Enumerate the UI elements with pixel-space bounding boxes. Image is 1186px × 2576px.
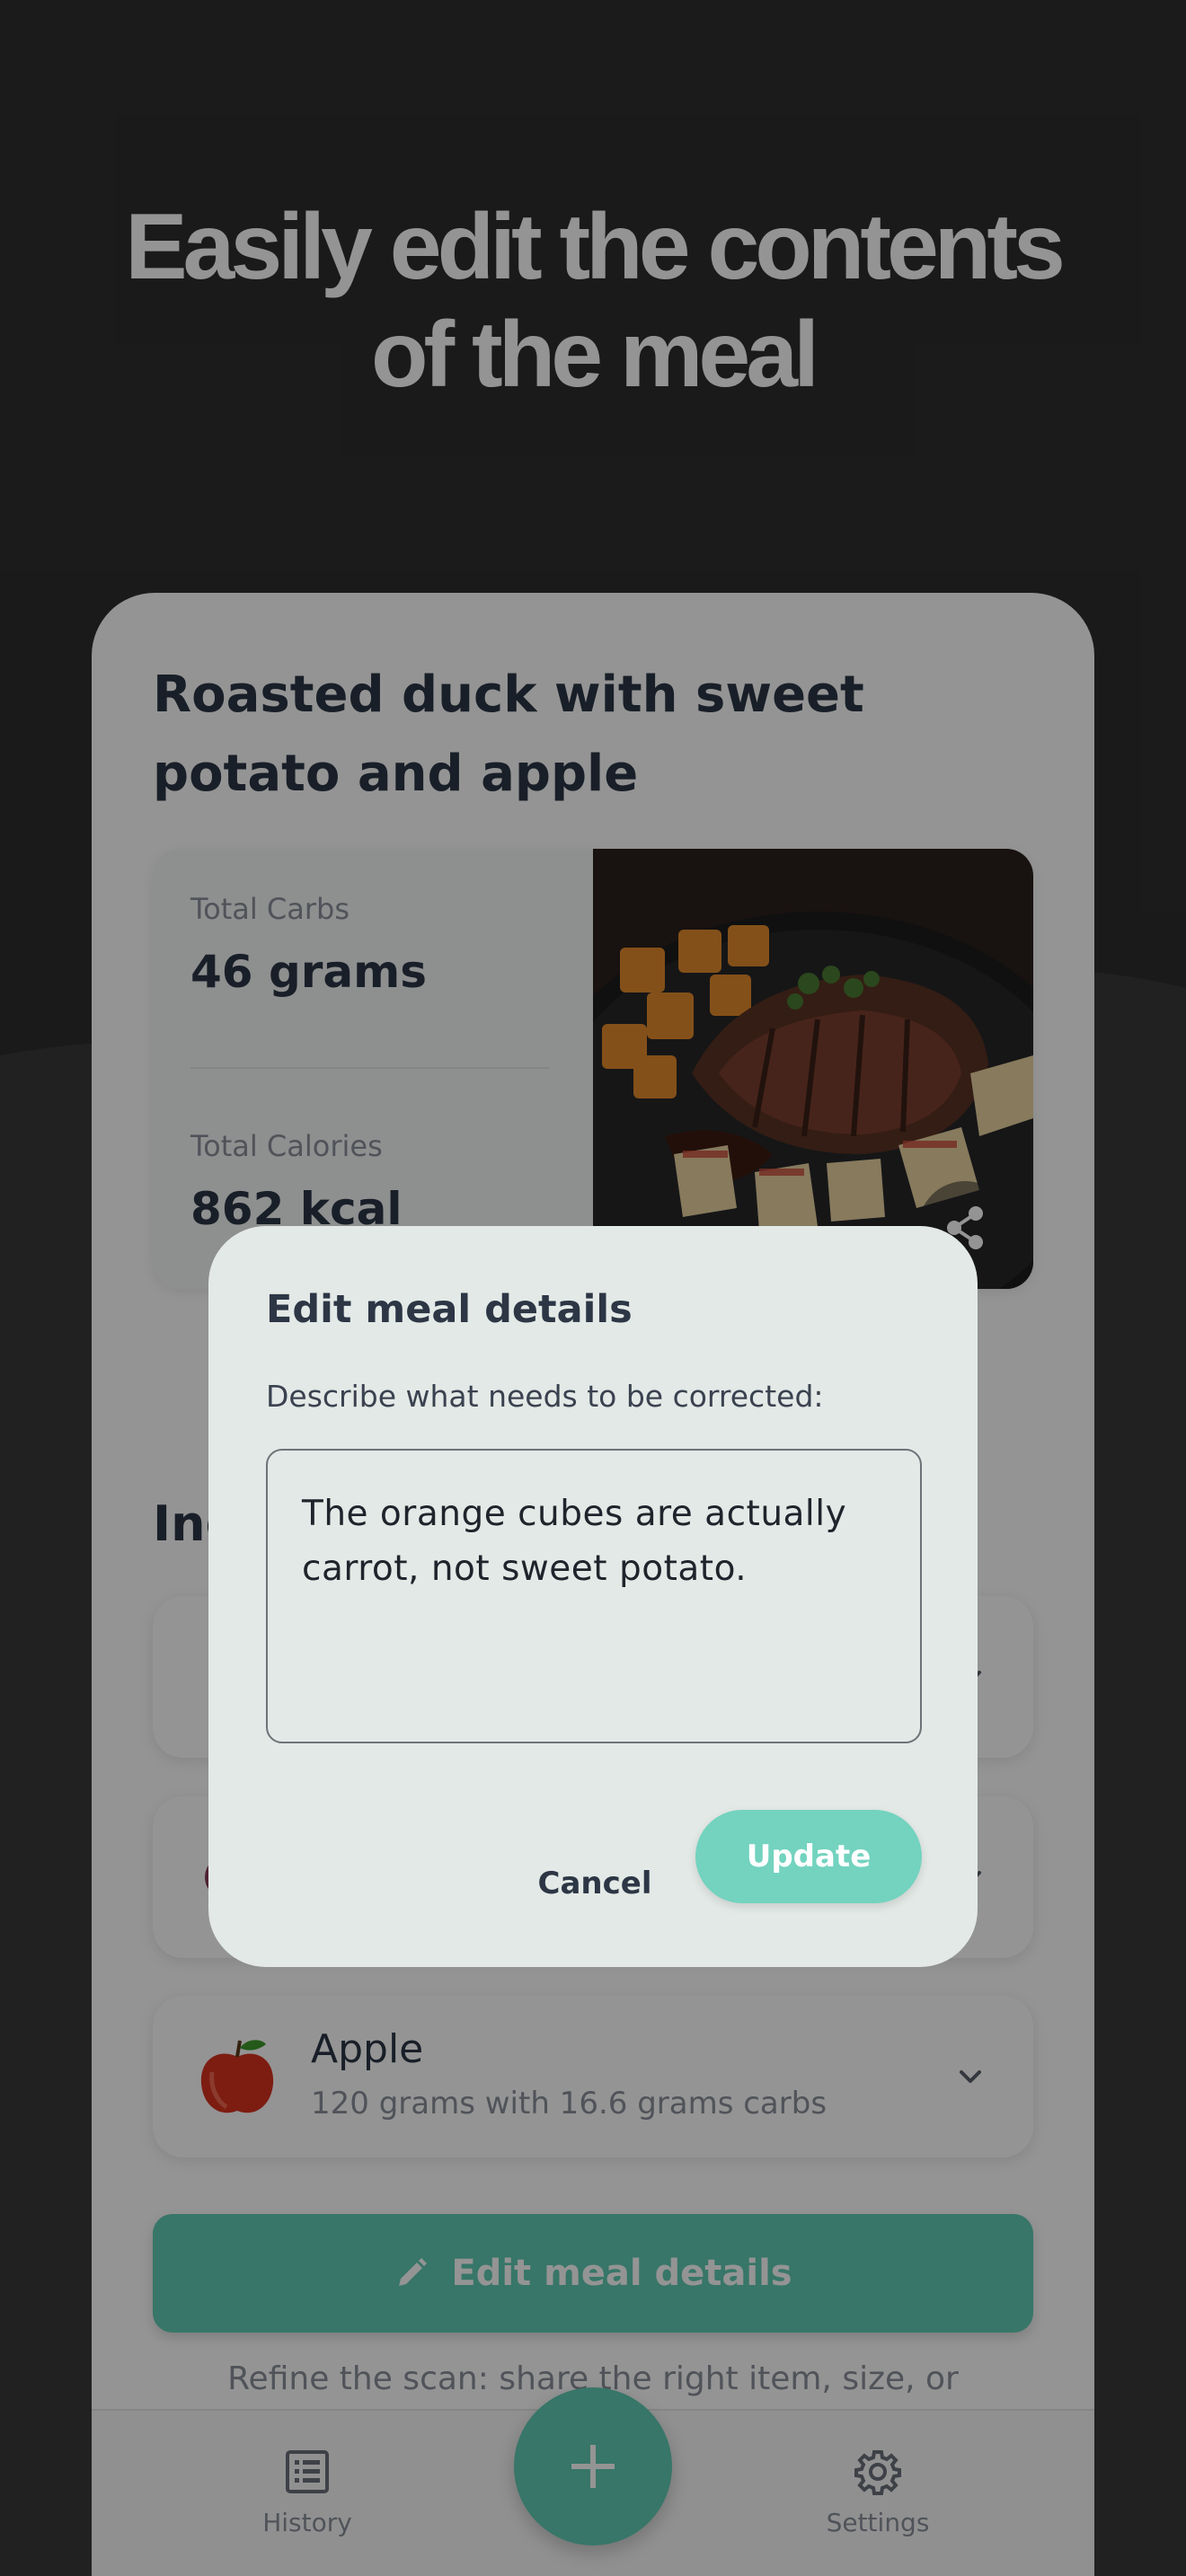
dialog-description: Describe what needs to be corrected: xyxy=(266,1379,824,1414)
edit-meal-dialog: Edit meal details Describe what needs to… xyxy=(208,1226,978,1967)
correction-input[interactable]: The orange cubes are actually carrot, no… xyxy=(266,1449,922,1743)
dialog-title: Edit meal details xyxy=(266,1287,633,1332)
cancel-button[interactable]: Cancel xyxy=(514,1837,676,1930)
update-button[interactable]: Update xyxy=(695,1810,922,1903)
